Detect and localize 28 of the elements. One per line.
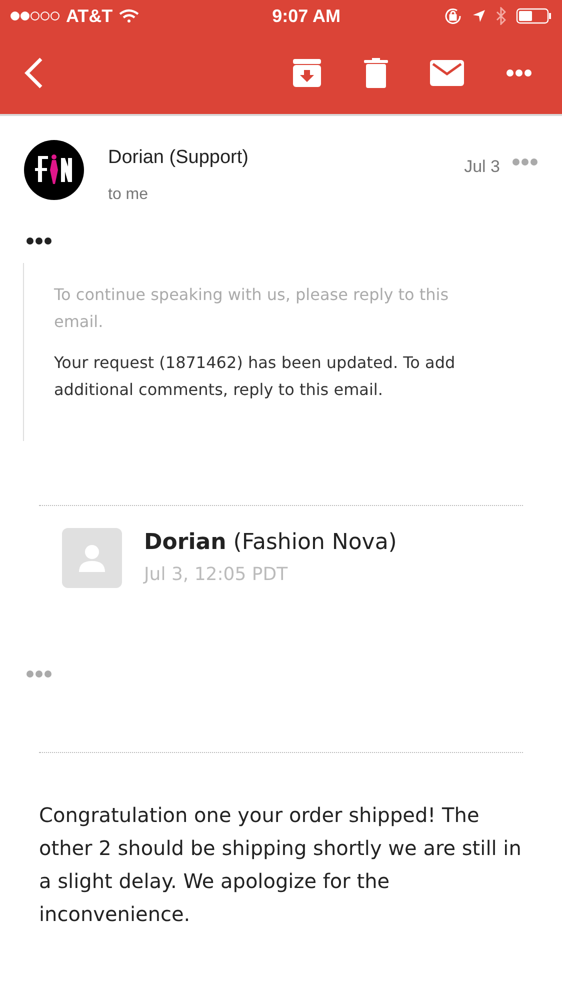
location-icon — [472, 9, 486, 23]
sender-name: Dorian (Support) — [108, 146, 250, 170]
signal-icon — [10, 11, 60, 21]
rotation-lock-icon — [444, 7, 462, 25]
bluetooth-icon — [496, 7, 506, 25]
delete-button[interactable] — [364, 58, 388, 88]
message-date: Jul 3 — [464, 156, 500, 178]
more-icon — [512, 158, 538, 166]
recipient-label[interactable]: to me — [108, 182, 464, 206]
sender-logo-icon — [24, 140, 84, 200]
person-icon — [79, 544, 105, 572]
show-trimmed-button[interactable] — [26, 236, 52, 244]
ellipsis-icon — [26, 670, 52, 678]
message-body: Congratulation one your order shipped! The other 2 should be shipping shortly we are still in a slight delay. We apologize for the inconvenience. — [39, 802, 522, 928]
quoted-paragraph: To continue speaking with us, please reply to this email. — [54, 284, 450, 332]
quoted-paragraph: Your request (1871462) has been updated. To add additional comments, reply to this email. — [54, 352, 456, 400]
carrier-name: AT&T — [66, 4, 113, 28]
ellipsis-icon — [26, 236, 52, 244]
archive-button[interactable] — [292, 58, 322, 88]
more-icon — [506, 69, 532, 77]
battery-icon — [516, 8, 552, 24]
wifi-icon — [118, 9, 139, 23]
more-button[interactable] — [506, 69, 532, 77]
mail-button[interactable] — [430, 60, 464, 86]
message-more-button[interactable] — [512, 158, 538, 166]
clock-time: 9:07 AM — [272, 4, 340, 28]
reply-timestamp: Jul 3, 12:05 PDT — [144, 562, 289, 586]
reply-sender: Dorian (Fashion Nova) — [144, 528, 397, 556]
